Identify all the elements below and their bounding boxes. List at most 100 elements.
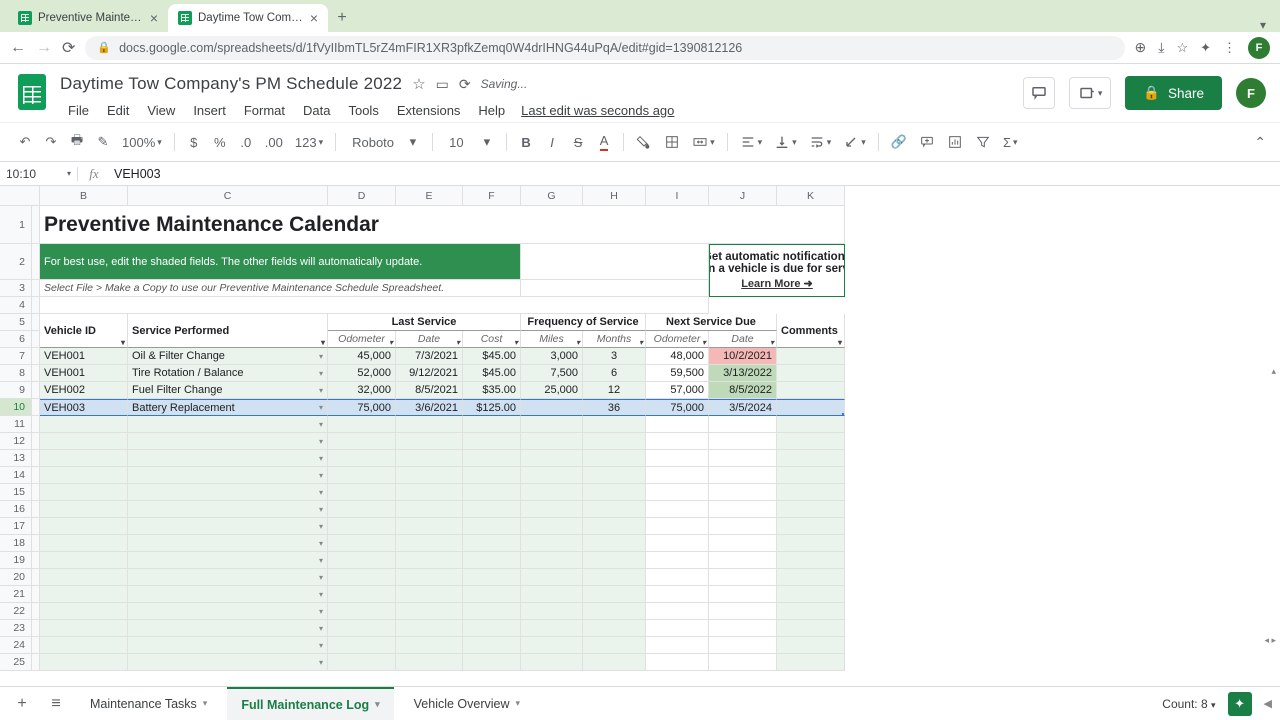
dropdown-icon[interactable]: ▾ (319, 403, 323, 412)
header-comments[interactable]: Comments (777, 314, 845, 348)
redo-button[interactable]: ↷ (40, 130, 62, 154)
dropdown-icon[interactable]: ▾ (319, 471, 323, 480)
promo-box[interactable]: Get automatic notificationswhen a vehicl… (709, 244, 845, 297)
menu-format[interactable]: Format (236, 101, 293, 120)
menu-help[interactable]: Help (470, 101, 513, 120)
subheader-miles[interactable]: Miles (521, 331, 583, 348)
menu-view[interactable]: View (139, 101, 183, 120)
close-icon[interactable]: × (310, 10, 318, 26)
last-edit-link[interactable]: Last edit was seconds ago (521, 103, 674, 118)
print-button[interactable]: 🖶 (66, 127, 88, 157)
dropdown-icon[interactable]: ▾ (319, 607, 323, 616)
menu-file[interactable]: File (60, 101, 97, 120)
share-button[interactable]: 🔒 Share (1125, 76, 1222, 110)
percent-button[interactable]: % (209, 131, 231, 154)
version-history-button[interactable]: ▾ (1069, 77, 1111, 109)
undo-button[interactable]: ↶ (14, 130, 36, 154)
insert-chart-button[interactable] (943, 130, 967, 154)
add-sheet-button[interactable]: + (8, 690, 36, 718)
menu-insert[interactable]: Insert (185, 101, 234, 120)
extensions-icon[interactable]: ✦ (1200, 40, 1211, 56)
dropdown-icon[interactable]: ▾ (319, 556, 323, 565)
subheader-date2[interactable]: Date (709, 331, 777, 348)
wrap-button[interactable]: ▾ (805, 130, 836, 154)
insert-link-button[interactable]: 🔗 (887, 130, 911, 154)
spreadsheet-grid[interactable]: BCDEFGHIJK1Preventive Maintenance Calend… (0, 186, 1280, 686)
menu-tools[interactable]: Tools (340, 101, 386, 120)
install-icon[interactable]: ⤓ (1158, 39, 1164, 56)
name-box[interactable]: 10:10▾ (0, 167, 78, 181)
dropdown-icon[interactable]: ▾ (319, 369, 323, 378)
star-icon[interactable]: ☆ (412, 75, 425, 93)
text-color-button[interactable]: A (593, 129, 615, 155)
dropdown-icon[interactable]: ▾ (319, 539, 323, 548)
back-button[interactable]: ← (10, 39, 26, 57)
subheader-cost[interactable]: Cost (463, 331, 521, 348)
fill-color-button[interactable] (632, 130, 656, 154)
header-vehicle-id[interactable]: Vehicle ID (40, 314, 128, 348)
decrease-decimal-button[interactable]: .0 (235, 131, 257, 154)
close-icon[interactable]: × (150, 10, 158, 26)
sheet-tab-active[interactable]: Full Maintenance Log▾ (227, 687, 393, 720)
merge-button[interactable]: ▾ (688, 130, 719, 154)
dropdown-icon[interactable]: ▾ (319, 658, 323, 667)
dropdown-icon[interactable]: ▾ (319, 437, 323, 446)
sheet-tab[interactable]: Vehicle Overview▾ (400, 687, 534, 720)
explore-button[interactable]: ✦ (1228, 692, 1252, 716)
vscroll-arrows[interactable]: ▴▾ (1271, 366, 1276, 686)
url-field[interactable]: 🔒 docs.google.com/spreadsheets/d/1fVyIIb… (85, 36, 1124, 60)
borders-button[interactable] (660, 130, 684, 154)
dropdown-icon[interactable]: ▾ (319, 352, 323, 361)
number-format-button[interactable]: 123▾ (291, 131, 327, 154)
strikethrough-button[interactable]: S (567, 131, 589, 154)
doc-title[interactable]: Daytime Tow Company's PM Schedule 2022 (60, 74, 402, 94)
filter-button[interactable] (971, 130, 995, 154)
reload-button[interactable]: ⟳ (62, 38, 75, 58)
dropdown-icon[interactable]: ▾ (319, 590, 323, 599)
collapse-toolbar-button[interactable]: ⌃ (1254, 134, 1266, 151)
menu-extensions[interactable]: Extensions (389, 101, 469, 120)
insert-comment-button[interactable] (915, 130, 939, 154)
dropdown-icon[interactable]: ▾ (319, 522, 323, 531)
sheets-logo-icon[interactable] (14, 74, 50, 110)
bold-button[interactable]: B (515, 131, 537, 154)
increase-decimal-button[interactable]: .00 (261, 131, 287, 154)
dropdown-icon[interactable]: ▾ (319, 505, 323, 514)
currency-button[interactable]: $ (183, 131, 205, 154)
side-panel-toggle[interactable]: ◀ (1264, 697, 1272, 710)
dropdown-icon[interactable]: ▾ (319, 641, 323, 650)
zoom-selector[interactable]: 100%▾ (118, 131, 166, 154)
menu-icon[interactable]: ⋮ (1223, 40, 1236, 56)
italic-button[interactable]: I (541, 131, 563, 154)
move-icon[interactable]: ▭ (436, 76, 449, 93)
selection-count[interactable]: Count: 8 ▾ (1162, 697, 1215, 711)
browser-tab[interactable]: Preventive Maintenance Sche × (8, 4, 168, 32)
header-service-performed[interactable]: Service Performed (128, 314, 328, 348)
menu-edit[interactable]: Edit (99, 101, 137, 120)
dropdown-icon[interactable]: ▾ (319, 386, 323, 395)
valign-button[interactable]: ▾ (770, 130, 801, 154)
menu-data[interactable]: Data (295, 101, 338, 120)
new-tab-button[interactable]: + (328, 4, 356, 32)
dropdown-icon[interactable]: ▾ (319, 488, 323, 497)
dropdown-icon[interactable]: ▾ (319, 420, 323, 429)
font-size-selector[interactable]: 10▾ (441, 134, 498, 150)
halign-button[interactable]: ▾ (736, 130, 767, 154)
paint-format-button[interactable]: ✎ (92, 130, 114, 154)
bookmark-icon[interactable]: ☆ (1176, 40, 1188, 56)
comments-button[interactable] (1023, 77, 1055, 109)
profile-avatar[interactable]: F (1248, 37, 1270, 59)
subheader-odometer[interactable]: Odometer (328, 331, 396, 348)
dropdown-icon[interactable]: ▾ (319, 624, 323, 633)
subheader-date[interactable]: Date (396, 331, 463, 348)
sheet-tab[interactable]: Maintenance Tasks▾ (76, 687, 221, 720)
cloud-sync-icon[interactable]: ⟳ (459, 76, 471, 93)
account-avatar[interactable]: F (1236, 78, 1266, 108)
dropdown-icon[interactable]: ▾ (319, 573, 323, 582)
all-sheets-button[interactable]: ≡ (42, 690, 70, 718)
functions-button[interactable]: Σ▾ (999, 131, 1022, 154)
zoom-icon[interactable]: ⊕ (1135, 39, 1147, 56)
formula-input[interactable]: VEH003 (110, 167, 1280, 181)
subheader-odometer2[interactable]: Odometer (646, 331, 709, 348)
chevron-down-icon[interactable]: ▾ (1260, 18, 1266, 32)
